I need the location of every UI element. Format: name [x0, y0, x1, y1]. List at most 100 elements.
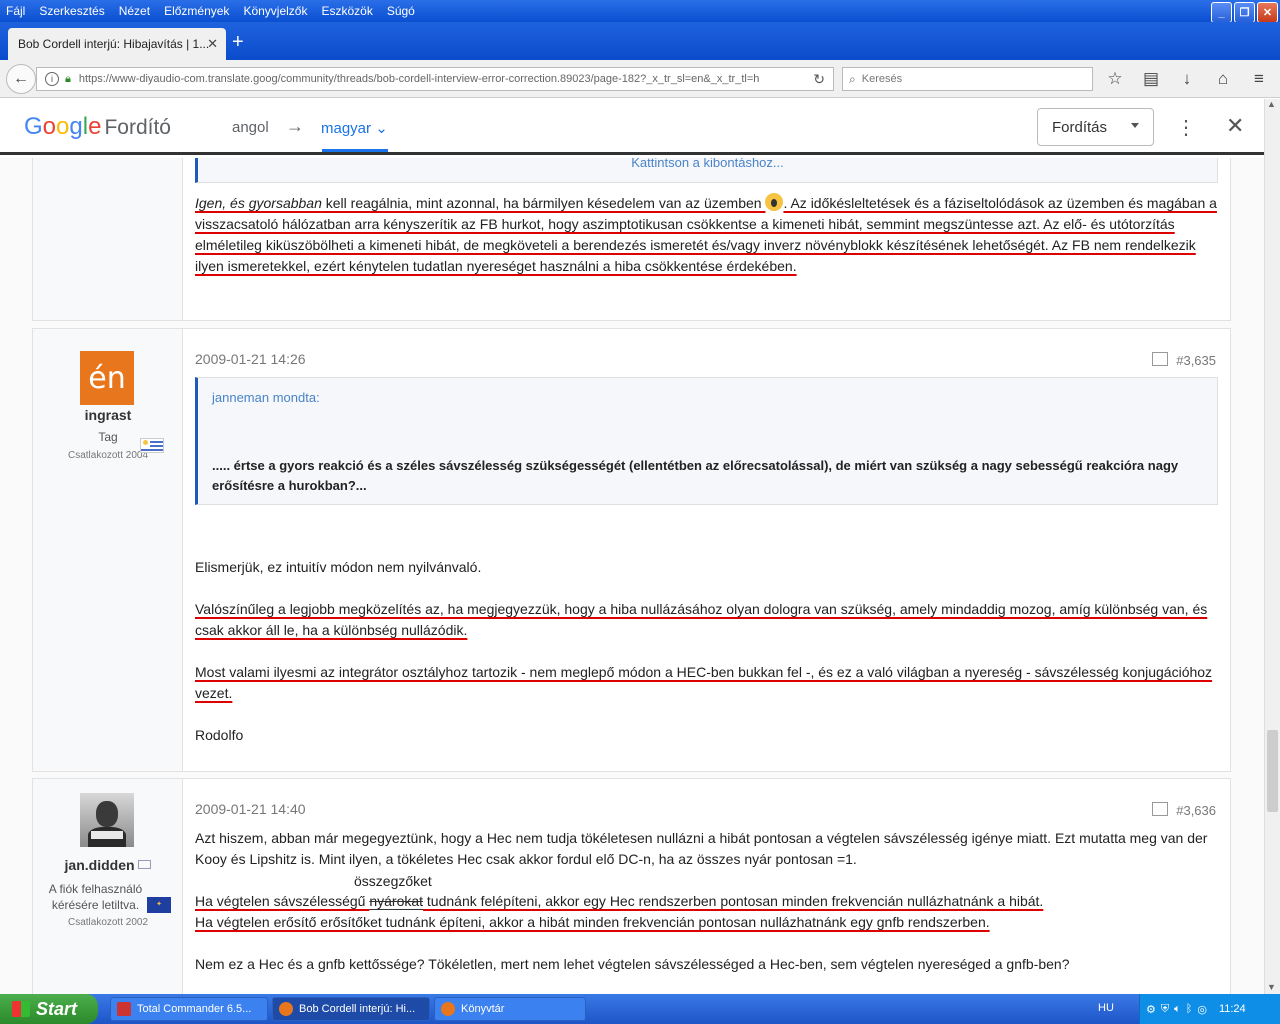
- post-signature: Rodolfo: [195, 727, 244, 743]
- user-joined: Csatlakozott 2002: [67, 917, 149, 928]
- eu-flag-icon: ✦: [147, 897, 171, 913]
- menu-history[interactable]: Előzmények: [164, 4, 229, 18]
- taskbar-item-library[interactable]: Könyvtár: [434, 997, 586, 1021]
- post-date[interactable]: 2009-01-21 14:26: [195, 351, 306, 367]
- page-scrollbar[interactable]: ▲ ▼: [1264, 99, 1280, 994]
- bluetooth-icon[interactable]: ᛒ: [1186, 1003, 1193, 1015]
- handwritten-annotation: összegzőket: [354, 873, 432, 889]
- username[interactable]: jan.didden: [33, 857, 183, 873]
- search-placeholder: Keresés: [861, 73, 903, 85]
- volume-icon[interactable]: 🔈︎: [1174, 1003, 1181, 1016]
- user-column: [33, 158, 183, 320]
- hamburger-menu-icon[interactable]: ≡: [1248, 69, 1270, 89]
- translate-dropdown[interactable]: Fordítás: [1037, 108, 1154, 146]
- tray-icon[interactable]: ⚙: [1146, 1003, 1156, 1016]
- taskbar-item-firefox[interactable]: Bob Cordell interjú: Hi...: [272, 997, 430, 1021]
- uruguay-flag-icon: [140, 438, 164, 453]
- post-body: Azt hiszem, abban már megegyeztünk, hogy…: [195, 828, 1218, 975]
- share-icon[interactable]: [1152, 802, 1168, 816]
- quote-author[interactable]: janneman mondta:: [212, 390, 320, 405]
- total-commander-icon: [117, 1002, 131, 1016]
- taskbar-item-total-commander[interactable]: Total Commander 6.5...: [110, 997, 268, 1021]
- taskbar: Start Total Commander 6.5... Bob Cordell…: [0, 994, 1280, 1024]
- close-tab-icon[interactable]: ✕: [207, 36, 218, 52]
- quote-text: ..... értse a gyors reakció és a széles …: [212, 458, 1179, 493]
- username[interactable]: ingrast: [33, 407, 183, 423]
- share-icon[interactable]: [1152, 352, 1168, 366]
- start-button[interactable]: Start: [0, 994, 98, 1024]
- tab-strip: Bob Cordell interjú: Hibajavítás | 1... …: [0, 22, 1280, 60]
- post-number[interactable]: #3,635: [1176, 353, 1216, 368]
- windows-logo-icon: [12, 1001, 30, 1017]
- caret-down-icon: [1131, 123, 1139, 128]
- shield-icon[interactable]: ⛨: [1161, 1003, 1169, 1016]
- post-paragraph: összegzőket Ha végtelen sávszélességű ny…: [195, 873, 1044, 909]
- close-translate-icon[interactable]: ✕: [1226, 113, 1244, 139]
- clock[interactable]: 11:24: [1219, 1003, 1246, 1015]
- chevron-down-icon: ⌄: [375, 120, 388, 137]
- back-arrow-icon[interactable]: ←: [6, 64, 36, 94]
- email-icon: [138, 860, 152, 869]
- target-language-underline: [322, 149, 388, 152]
- arrow-right-icon: →: [286, 116, 304, 136]
- forum-post: én ingrast Tag Csatlakozott 2004 2009-01…: [32, 328, 1231, 772]
- new-tab-icon[interactable]: +: [232, 32, 244, 52]
- browser-tab[interactable]: Bob Cordell interjú: Hibajavítás | 1... …: [8, 28, 226, 60]
- forum-post: jan.didden A fiók felhasználó kérésére l…: [32, 778, 1231, 994]
- scroll-down-icon[interactable]: ▼: [1267, 982, 1276, 992]
- menu-tools[interactable]: Eszközök: [321, 4, 372, 18]
- maximize-button[interactable]: ❐: [1234, 2, 1255, 23]
- download-icon[interactable]: ↓: [1176, 69, 1198, 89]
- expand-link[interactable]: Kattintson a kibontáshoz...: [198, 158, 1217, 170]
- menu-view[interactable]: Nézet: [119, 4, 150, 18]
- url-bar[interactable]: i 🔒︎ https://www-diyaudio-com.translate.…: [36, 67, 834, 91]
- home-icon[interactable]: ⌂: [1212, 69, 1234, 89]
- post-paragraph: Ha végtelen erősítő erősítőket tudnánk é…: [195, 914, 990, 930]
- menu-edit[interactable]: Szerkesztés: [39, 4, 104, 18]
- minimize-button[interactable]: _: [1211, 2, 1232, 23]
- reading-list-icon[interactable]: ▤: [1140, 69, 1162, 89]
- menu-file[interactable]: Fájl: [6, 4, 25, 18]
- strikethrough-text: nyárokat: [369, 893, 424, 909]
- close-window-button[interactable]: ✕: [1257, 2, 1278, 23]
- bookmark-star-icon[interactable]: ☆: [1104, 69, 1126, 89]
- firefox-icon: [279, 1002, 293, 1016]
- lock-icon: 🔒︎: [65, 72, 71, 85]
- source-language[interactable]: angol: [232, 119, 269, 136]
- post-body: Elismerjük, ez intuitív módon nem nyilvá…: [195, 557, 1218, 746]
- thread-content: Kattintson a kibontáshoz... Igen, és gyo…: [0, 158, 1264, 994]
- menu-help[interactable]: Súgó: [387, 4, 415, 18]
- menu-bookmarks[interactable]: Könyvjelzők: [243, 4, 307, 18]
- user-column: jan.didden A fiók felhasználó kérésére l…: [33, 779, 183, 994]
- firefox-icon: [441, 1002, 455, 1016]
- avatar[interactable]: [80, 793, 134, 847]
- post-paragraph: Azt hiszem, abban már megegyeztünk, hogy…: [195, 830, 1208, 867]
- language-indicator[interactable]: HU: [1098, 1002, 1114, 1014]
- info-icon[interactable]: i: [45, 72, 59, 86]
- avatar[interactable]: én: [80, 351, 134, 405]
- nav-bar: ← i 🔒︎ https://www-diyaudio-com.translat…: [0, 60, 1280, 98]
- reload-icon[interactable]: ↻: [813, 71, 825, 88]
- tab-title: Bob Cordell interjú: Hibajavítás | 1...: [18, 37, 210, 51]
- target-language[interactable]: magyar ⌄: [321, 119, 388, 137]
- search-icon: ⌕: [849, 71, 856, 86]
- post-date[interactable]: 2009-01-21 14:40: [195, 801, 306, 817]
- post-paragraph: Valószínűleg a legjobb megközelítés az, …: [195, 601, 1208, 638]
- scroll-up-icon[interactable]: ▲: [1267, 99, 1276, 109]
- url-text: https://www-diyaudio-com.translate.goog/…: [78, 73, 760, 85]
- search-input[interactable]: ⌕ Keresés: [842, 67, 1093, 91]
- quote-box: janneman mondta: ..... értse a gyors rea…: [195, 377, 1218, 505]
- post-paragraph: Most valami ilyesmi az integrátor osztál…: [195, 664, 1213, 701]
- post-paragraph: Nem ez a Hec és a gnfb kettőssége? Tökél…: [195, 956, 1070, 972]
- network-icon[interactable]: ◎: [1197, 1003, 1207, 1016]
- scream-emoji-icon: [765, 193, 784, 211]
- more-options-icon[interactable]: ⋮: [1176, 115, 1196, 140]
- quote-box: Kattintson a kibontáshoz...: [195, 158, 1218, 183]
- scrollbar-thumb[interactable]: [1267, 730, 1278, 812]
- post-text-italic: Igen, és gyorsabban kell reagálnia, mint…: [195, 195, 766, 211]
- post-number[interactable]: #3,636: [1176, 803, 1216, 818]
- post-paragraph: Elismerjük, ez intuitív módon nem nyilvá…: [195, 559, 482, 575]
- user-role: A fiók felhasználó kérésére letiltva.: [48, 882, 143, 912]
- forum-post: Kattintson a kibontáshoz... Igen, és gyo…: [32, 158, 1231, 321]
- user-column: én ingrast Tag Csatlakozott 2004: [33, 329, 183, 771]
